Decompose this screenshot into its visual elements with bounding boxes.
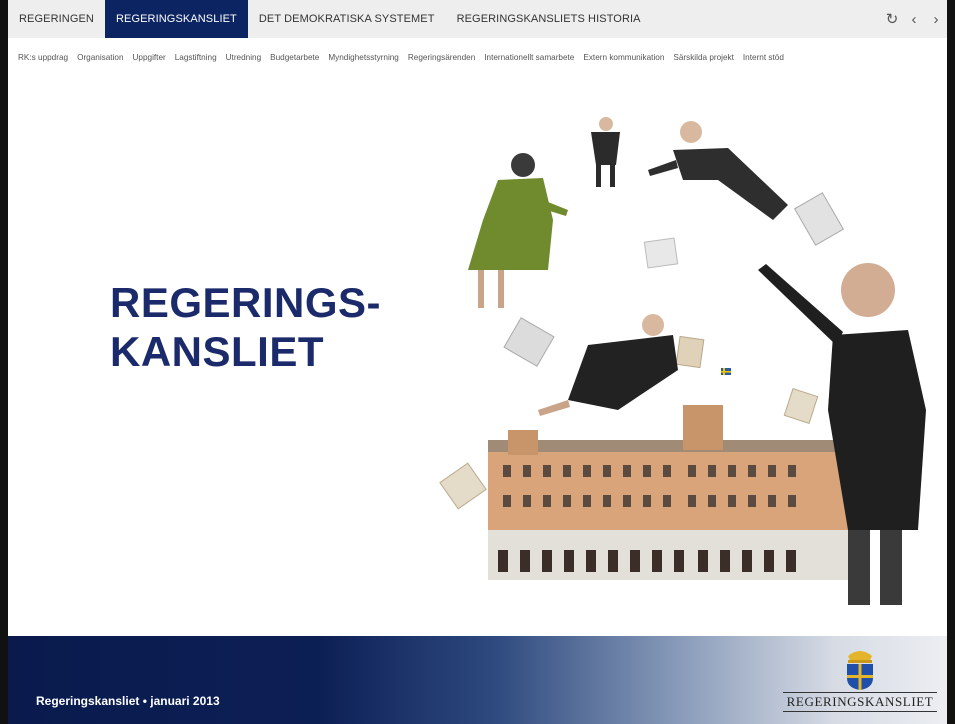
slide: REGERINGEN REGERINGSKANSLIET DET DEMOKRA… <box>0 0 955 724</box>
subnav-organisation[interactable]: Organisation <box>77 53 123 62</box>
subnav-internationellt-samarbete[interactable]: Internationellt samarbete <box>484 53 574 62</box>
topnav-spacer <box>652 0 881 38</box>
swedish-flag <box>721 368 731 375</box>
page-title: REGERINGS- KANSLIET <box>110 278 430 376</box>
tab-regeringskansliet[interactable]: REGERINGSKANSLIET <box>104 0 248 38</box>
subnav-budgetarbete[interactable]: Budgetarbete <box>270 53 319 62</box>
tab-regeringskansliets-historia[interactable]: REGERINGSKANSLIETS HISTORIA <box>446 0 652 38</box>
subnav-regeringsarenden[interactable]: Regeringsärenden <box>408 53 475 62</box>
paper-1 <box>643 237 679 269</box>
title-line-1: REGERINGS- <box>110 279 382 326</box>
figure-woman-green <box>468 153 568 308</box>
paper-6 <box>783 388 819 424</box>
subnav-uppgifter[interactable]: Uppgifter <box>133 53 166 62</box>
paper-2 <box>503 317 555 367</box>
subnav-sarskilda-projekt[interactable]: Särskilda projekt <box>673 53 734 62</box>
logo-text: REGERINGSKANSLIET <box>782 692 938 712</box>
tab-regeringen[interactable]: REGERINGEN <box>8 0 105 38</box>
tab-det-demokratiska-systemet[interactable]: DET DEMOKRATISKA SYSTEMET <box>248 0 446 38</box>
illustration <box>439 117 926 605</box>
subnav-extern-kommunikation[interactable]: Extern kommunikation <box>583 53 664 62</box>
paper-5 <box>439 462 487 510</box>
logo: REGERINGSKANSLIET <box>782 646 938 716</box>
top-navigation: REGERINGEN REGERINGSKANSLIET DET DEMOKRA… <box>8 0 947 38</box>
footer-meta: Regeringskansliet • januari 2013 <box>36 694 220 708</box>
title-line-2: KANSLIET <box>110 328 324 375</box>
subnav-myndighetsstyrning[interactable]: Myndighetsstyrning <box>328 53 399 62</box>
chevron-right-icon[interactable]: › <box>925 0 947 38</box>
refresh-icon[interactable]: ↻ <box>881 0 903 38</box>
figure-woman-flying <box>538 314 678 416</box>
chevron-left-icon[interactable]: ‹ <box>903 0 925 38</box>
subnav-utredning[interactable]: Utredning <box>226 53 262 62</box>
figure-man-small <box>591 117 620 187</box>
coat-of-arms-icon <box>847 651 873 690</box>
figure-man-flying <box>648 121 788 220</box>
subnav-lagstiftning[interactable]: Lagstiftning <box>175 53 217 62</box>
paper-3 <box>793 192 845 246</box>
sub-navigation: RK:s uppdrag Organisation Uppgifter Lags… <box>18 53 793 62</box>
subnav-internt-stod[interactable]: Internt stöd <box>743 53 784 62</box>
footer: Regeringskansliet • januari 2013 REGERIN… <box>8 636 947 724</box>
paper-4 <box>675 335 705 369</box>
subnav-rks-uppdrag[interactable]: RK:s uppdrag <box>18 53 68 62</box>
building-rosenbad <box>488 405 848 580</box>
